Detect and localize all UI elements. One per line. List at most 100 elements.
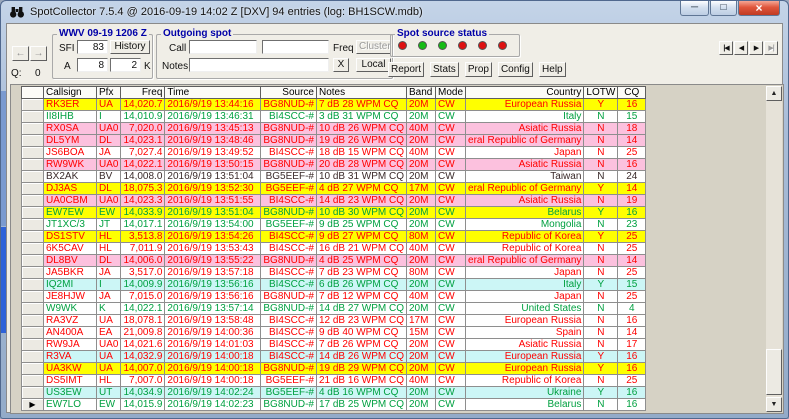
cell-freq[interactable]: 14,034.9 [121, 387, 165, 399]
cell-country[interactable]: Republic of Korea [466, 243, 584, 255]
cell-country[interactable]: United States [466, 303, 584, 315]
history-button[interactable]: History [110, 40, 150, 54]
cell-callsign[interactable]: JA5BKR [44, 267, 97, 279]
cell-callsign[interactable]: II8IHB [44, 111, 97, 123]
cell-country[interactable]: Asiatic Russia [466, 339, 584, 351]
cell-callsign[interactable]: JS6BOA [44, 147, 97, 159]
cell-band[interactable]: 80M [407, 231, 436, 243]
cell-source[interactable]: BI4SCC-# [261, 351, 317, 363]
config-button[interactable]: Config [498, 62, 533, 77]
cell-freq[interactable]: 7,027.4 [121, 147, 165, 159]
cell-callsign[interactable]: RA3VZ [44, 315, 97, 327]
cell-country[interactable]: Ukraine [466, 387, 584, 399]
cell-pfx[interactable]: UA [97, 351, 121, 363]
cell-time[interactable]: 2016/9/19 14:00:36 [165, 327, 261, 339]
cell-band[interactable]: 20M [407, 387, 436, 399]
cell-lotw[interactable]: Y [584, 231, 618, 243]
row-selector[interactable] [22, 327, 44, 339]
cell-freq[interactable]: 18,075.3 [121, 183, 165, 195]
cell-time[interactable]: 2016/9/19 13:55:22 [165, 255, 261, 267]
cell-lotw[interactable]: Y [584, 183, 618, 195]
cell-cq[interactable]: 14 [618, 135, 646, 147]
row-selector[interactable] [22, 267, 44, 279]
row-selector[interactable] [22, 195, 44, 207]
cell-lotw[interactable]: N [584, 315, 618, 327]
cell-mode[interactable]: CW [436, 339, 466, 351]
cell-notes[interactable]: 14 dB 26 WPM CQ [316, 351, 406, 363]
cell-freq[interactable]: 14,017.1 [121, 219, 165, 231]
cell-freq[interactable]: 7,015.0 [121, 291, 165, 303]
cell-pfx[interactable]: UA0 [97, 195, 121, 207]
cell-source[interactable]: BG8NUD-# [261, 291, 317, 303]
cell-country[interactable]: Italy [466, 111, 584, 123]
cell-country[interactable]: European Russia [466, 351, 584, 363]
cell-callsign[interactable]: DL8BV [44, 255, 97, 267]
cell-cq[interactable]: 24 [618, 171, 646, 183]
cell-callsign[interactable]: 6K5CAV [44, 243, 97, 255]
cell-notes[interactable]: 3 dB 31 WPM CQ [316, 111, 406, 123]
cell-notes[interactable]: 7 dB 26 WPM CQ [316, 339, 406, 351]
cell-source[interactable]: BG8NUD-# [261, 123, 317, 135]
cell-notes[interactable]: 19 dB 29 WPM CQ [316, 363, 406, 375]
cell-source[interactable]: BI4SCC-# [261, 279, 317, 291]
cell-source[interactable]: BI4SCC-# [261, 111, 317, 123]
cell-source[interactable]: BG8NUD-# [261, 159, 317, 171]
cell-band[interactable]: 20M [407, 363, 436, 375]
cell-band[interactable]: 20M [407, 219, 436, 231]
cell-mode[interactable]: CW [436, 111, 466, 123]
row-selector[interactable] [22, 111, 44, 123]
row-selector[interactable] [22, 243, 44, 255]
cell-time[interactable]: 2016/9/19 14:00:18 [165, 363, 261, 375]
cell-time[interactable]: 2016/9/19 13:54:26 [165, 231, 261, 243]
cell-time[interactable]: 2016/9/19 13:53:43 [165, 243, 261, 255]
cell-band[interactable]: 40M [407, 375, 436, 387]
cell-country[interactable]: eral Republic of Germany [466, 183, 584, 195]
cell-callsign[interactable]: EW7EW [44, 207, 97, 219]
cell-band[interactable]: 17M [407, 315, 436, 327]
cell-pfx[interactable]: I [97, 111, 121, 123]
column-header-notes[interactable]: Notes [316, 87, 406, 99]
cell-callsign[interactable]: UA3KW [44, 363, 97, 375]
cell-country[interactable]: Mongolia [466, 219, 584, 231]
cell-source[interactable]: BG8NUD-# [261, 303, 317, 315]
cell-freq[interactable]: 14,015.9 [121, 399, 165, 411]
cell-cq[interactable]: 16 [618, 99, 646, 111]
cell-time[interactable]: 2016/9/19 13:45:13 [165, 123, 261, 135]
cell-freq[interactable]: 14,009.9 [121, 279, 165, 291]
cell-pfx[interactable]: UA0 [97, 123, 121, 135]
cell-cq[interactable]: 16 [618, 399, 646, 411]
cell-mode[interactable]: CW [436, 195, 466, 207]
row-selector[interactable] [22, 387, 44, 399]
cell-source[interactable]: BI4SCC-# [261, 327, 317, 339]
cell-callsign[interactable]: RW9JA [44, 339, 97, 351]
scroll-down-icon[interactable]: ▼ [766, 397, 782, 412]
cell-callsign[interactable]: W9WK [44, 303, 97, 315]
cell-country[interactable]: Republic of Korea [466, 375, 584, 387]
stats-button[interactable]: Stats [430, 62, 459, 77]
cell-time[interactable]: 2016/9/19 14:00:18 [165, 351, 261, 363]
cell-band[interactable]: 20M [407, 351, 436, 363]
cell-lotw[interactable]: N [584, 111, 618, 123]
cell-mode[interactable]: CW [436, 375, 466, 387]
cell-pfx[interactable]: HL [97, 231, 121, 243]
cell-pfx[interactable]: JA [97, 267, 121, 279]
cell-cq[interactable]: 19 [618, 195, 646, 207]
row-selector[interactable] [22, 231, 44, 243]
nav-previous-icon[interactable]: ◀ [734, 41, 748, 55]
cell-pfx[interactable]: UT [97, 387, 121, 399]
cell-country[interactable]: Japan [466, 291, 584, 303]
cell-lotw[interactable]: N [584, 291, 618, 303]
cell-notes[interactable]: 18 dB 15 WPM CQ [316, 147, 406, 159]
cell-notes[interactable]: 9 dB 27 WPM CQ [316, 231, 406, 243]
cell-notes[interactable]: 4 dB 25 WPM CQ [316, 255, 406, 267]
cell-band[interactable]: 20M [407, 111, 436, 123]
cell-time[interactable]: 2016/9/19 13:54:00 [165, 219, 261, 231]
cell-country[interactable]: Japan [466, 267, 584, 279]
column-header-lotw[interactable]: LOTW [584, 87, 618, 99]
cell-callsign[interactable]: DJ3AS [44, 183, 97, 195]
cell-country[interactable]: eral Republic of Germany [466, 255, 584, 267]
cell-mode[interactable]: CW [436, 147, 466, 159]
vertical-scrollbar[interactable]: ▲ ▼ [766, 86, 782, 412]
help-button[interactable]: Help [539, 62, 566, 77]
cell-notes[interactable]: 7 dB 28 WPM CQ [316, 99, 406, 111]
